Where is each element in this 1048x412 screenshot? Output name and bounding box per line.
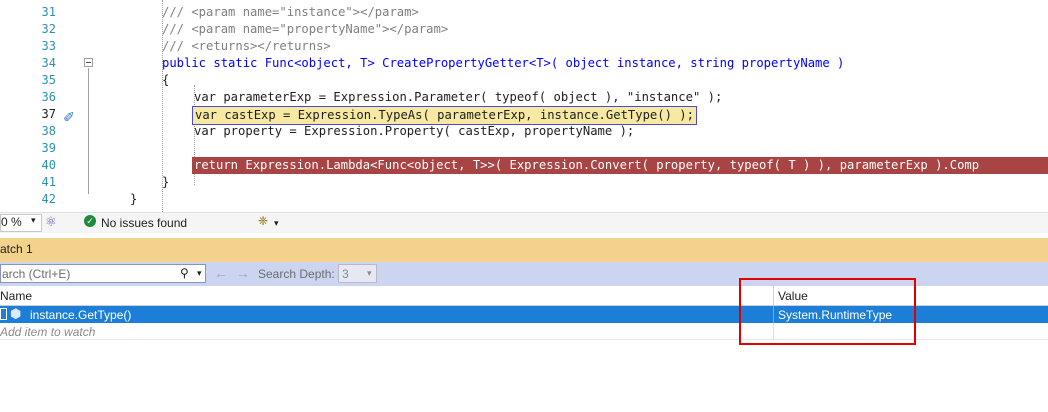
code-line: } <box>162 175 170 189</box>
object-icon: ⬢ <box>10 306 22 321</box>
code-line: var parameterExp = Expression.Parameter(… <box>194 90 723 104</box>
zoom-value: 0 % <box>1 215 22 229</box>
line-number: 39 <box>41 141 56 155</box>
code-line: public static Func<object, T> CreateProp… <box>162 56 845 70</box>
add-item-placeholder: Add item to watch <box>0 325 96 339</box>
forward-arrow-icon[interactable]: → <box>236 264 250 283</box>
issues-status[interactable]: No issues found <box>101 216 187 230</box>
code-line: var property = Expression.Property( cast… <box>194 124 635 138</box>
code-line: /// <returns></returns> <box>162 39 331 53</box>
line-number: 35 <box>41 73 56 87</box>
watch-row-name[interactable]: instance.GetType() <box>30 308 131 322</box>
search-depth-select[interactable]: 3 ▾ <box>338 264 377 283</box>
zoom-select[interactable]: 0 % ▾ <box>0 214 42 232</box>
line-number: 32 <box>41 22 56 36</box>
copilot-icon[interactable]: ⚛ <box>45 214 57 230</box>
line-number: 36 <box>41 90 56 104</box>
code-editor[interactable]: ✐ 31 /// <param name="instance"></param>… <box>0 0 1048 212</box>
line-number: 34 <box>41 56 56 70</box>
broom-icon[interactable]: ❈ <box>258 214 268 228</box>
line-number: 40 <box>41 158 56 172</box>
search-input[interactable]: arch (Ctrl+E) <box>0 264 206 283</box>
chevron-down-icon: ▾ <box>31 215 36 225</box>
watch-title-label: atch 1 <box>0 242 33 256</box>
search-depth-label: Search Depth: <box>258 267 335 281</box>
line-number: 41 <box>41 175 56 189</box>
column-header-name[interactable]: Name <box>0 289 32 303</box>
line-number-current: 37 <box>41 107 56 121</box>
code-line: /// <param name="propertyName"></param> <box>162 22 449 36</box>
line-number: 31 <box>41 5 56 19</box>
editor-status-bar: 0 % ▾ ⚛ ✓ No issues found ❈ ▾ <box>0 212 1048 233</box>
watch-window-title[interactable]: atch 1 <box>0 238 1048 262</box>
search-icon[interactable]: ⚲ <box>180 264 194 283</box>
check-icon: ✓ <box>84 215 96 227</box>
line-number: 42 <box>41 192 56 206</box>
search-depth-value: 3 <box>342 267 349 281</box>
code-line: /// <param name="instance"></param> <box>162 5 419 19</box>
chevron-down-icon[interactable]: ▾ <box>274 218 279 229</box>
search-placeholder: arch (Ctrl+E) <box>2 267 71 281</box>
code-line: } <box>130 192 138 206</box>
breakpoint-line: return Expression.Lambda<Func<object, T>… <box>192 157 1048 174</box>
chevron-down-icon[interactable]: ▾ <box>197 264 206 283</box>
line-number: 38 <box>41 124 56 138</box>
highlight-annotation-box <box>739 278 916 345</box>
code-line: { <box>162 73 170 87</box>
expand-icon[interactable] <box>0 308 7 320</box>
back-arrow-icon[interactable]: ← <box>214 264 228 283</box>
line-number: 33 <box>41 39 56 53</box>
chevron-down-icon: ▾ <box>367 268 372 278</box>
